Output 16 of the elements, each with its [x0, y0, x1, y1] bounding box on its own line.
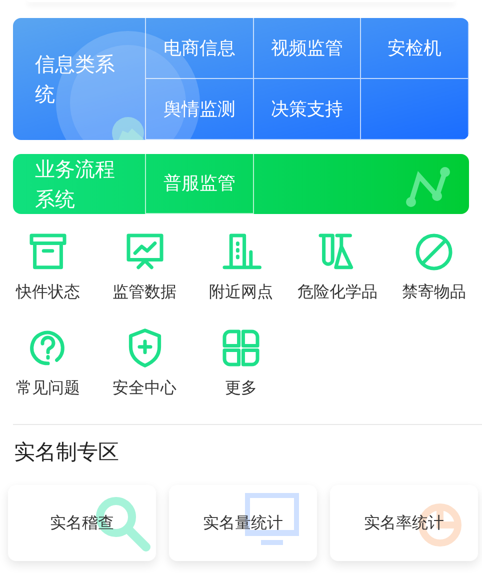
system-tile[interactable]: 舆情监测: [146, 79, 254, 140]
real-name-card[interactable]: 实名率统计: [330, 484, 478, 560]
system-tile[interactable]: 安检机: [361, 18, 469, 79]
trend-line-icon: [403, 164, 453, 208]
service-item[interactable]: 禁寄物品: [386, 230, 482, 320]
service-item[interactable]: 快件状态: [0, 230, 96, 320]
service-item[interactable]: 监管数据: [96, 230, 193, 320]
service-item[interactable]: 安全中心: [96, 326, 193, 416]
service-item[interactable]: 附近网点: [192, 230, 290, 320]
service-item[interactable]: 常见问题: [0, 326, 96, 416]
service-item[interactable]: 更多: [192, 326, 290, 416]
real-name-card[interactable]: 实名量统计: [169, 484, 317, 560]
real-name-card[interactable]: 实名稽查: [8, 484, 156, 560]
section-title: 实名制专区: [14, 439, 120, 466]
service-item[interactable]: 危险化学品: [289, 230, 386, 320]
system-tile[interactable]: 决策支持: [254, 79, 362, 140]
